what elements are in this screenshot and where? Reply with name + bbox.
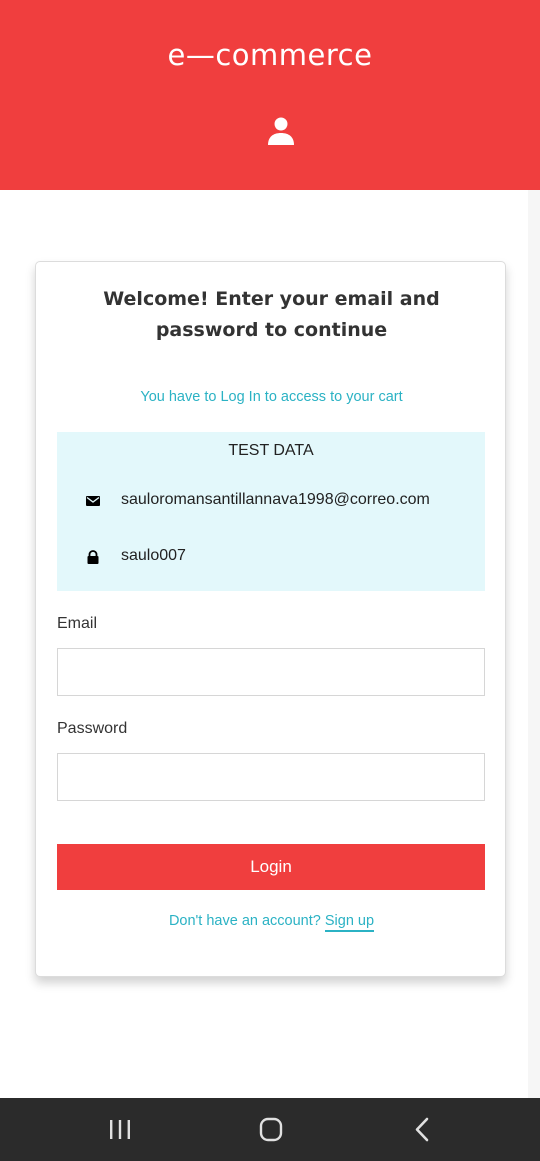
test-email-value: sauloromansantillannava1998@correo.com — [121, 491, 430, 508]
test-password-value: saulo007 — [121, 547, 186, 564]
lock-icon — [87, 550, 99, 564]
recents-icon[interactable] — [105, 1116, 135, 1144]
app-title: e—commerce — [167, 38, 373, 72]
scrollbar-track — [528, 190, 540, 1098]
password-field[interactable] — [57, 753, 485, 801]
login-button[interactable]: Login — [57, 844, 485, 890]
signup-link[interactable]: Sign up — [324, 913, 375, 932]
welcome-heading: Welcome! Enter your email and password t… — [103, 288, 440, 341]
email-field[interactable] — [57, 648, 485, 696]
signup-prompt: Don't have an account? — [168, 913, 321, 929]
login-notice: You have to Log In to access to your car… — [140, 389, 403, 405]
android-nav-bar — [0, 1098, 540, 1161]
user-icon[interactable] — [268, 117, 294, 145]
email-label: Email — [57, 615, 98, 632]
login-card: Welcome! Enter your email and password t… — [35, 261, 506, 977]
test-data-box: TEST DATA sauloromansantillannava1998@co… — [57, 432, 485, 591]
signup-line: Don't have an account? Sign up — [36, 913, 507, 932]
home-icon[interactable] — [256, 1116, 286, 1144]
test-password-row: saulo007 — [57, 546, 485, 570]
app-header: e—commerce — [0, 0, 540, 190]
test-email-row: sauloromansantillannava1998@correo.com — [57, 490, 485, 514]
back-icon[interactable] — [408, 1116, 438, 1144]
password-label: Password — [57, 720, 128, 737]
test-data-title: TEST DATA — [228, 442, 314, 459]
envelope-icon — [86, 496, 100, 506]
